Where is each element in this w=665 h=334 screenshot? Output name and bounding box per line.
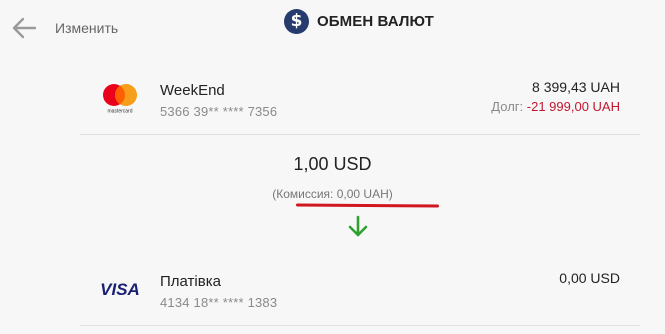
commission-text: (Комиссия: 0,00 UAH)	[272, 187, 393, 201]
highlight-underline	[295, 203, 440, 208]
arrow-left-icon[interactable]	[10, 16, 38, 40]
visa-logo-text: VISA	[100, 280, 140, 299]
divider	[80, 325, 640, 326]
page-title-group: $ ОБМЕН ВАЛЮТ	[284, 7, 434, 35]
debt-label: Долг:	[491, 99, 524, 114]
debt-line: Долг: -21 999,00 UAH	[491, 99, 620, 114]
card-number: 4134 18** **** 1383	[160, 295, 278, 310]
card-balance: 8 399,43 UAH	[532, 79, 620, 95]
target-card[interactable]: VISA Платівка 4134 18** **** 1383 0,00 U…	[80, 261, 640, 323]
debt-value: -21 999,00 UAH	[526, 99, 620, 114]
arrow-down-icon	[348, 215, 368, 237]
page-title: ОБМЕН ВАЛЮТ	[317, 12, 434, 30]
dollar-circle-icon: $	[284, 8, 309, 34]
card-name: WeekEnd	[160, 82, 225, 99]
mastercard-logo: mastercard	[103, 84, 137, 115]
card-balance: 0,00 USD	[559, 270, 620, 286]
divider	[80, 134, 640, 135]
header-bar: Изменить $ ОБМЕН ВАЛЮТ	[0, 0, 665, 56]
source-card[interactable]: mastercard WeekEnd 5366 39** **** 7356 8…	[80, 70, 640, 132]
exchange-amount: 1,00 USD	[293, 154, 372, 174]
edit-link[interactable]: Изменить	[55, 20, 118, 36]
visa-logo: VISA	[100, 280, 140, 299]
card-number: 5366 39** **** 7356	[160, 104, 278, 119]
mastercard-logo-text: mastercard	[107, 109, 132, 115]
card-name: Платівка	[160, 273, 221, 290]
